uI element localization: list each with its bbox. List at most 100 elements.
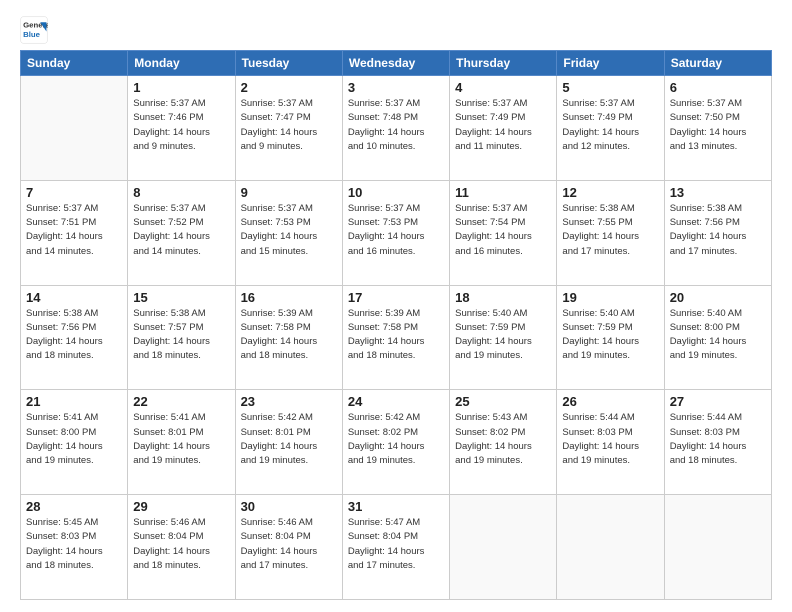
- day-number: 9: [241, 185, 337, 200]
- page: General Blue SundayMondayTuesdayWednesda…: [0, 0, 792, 612]
- calendar-cell: [450, 495, 557, 600]
- calendar-cell: 21 Sunrise: 5:41 AMSunset: 8:00 PMDayligh…: [21, 390, 128, 495]
- logo-icon: General Blue: [20, 16, 48, 44]
- day-info: Sunrise: 5:42 AMSunset: 8:01 PMDaylight:…: [241, 411, 337, 468]
- day-number: 25: [455, 394, 551, 409]
- day-number: 31: [348, 499, 444, 514]
- calendar-header-saturday: Saturday: [664, 51, 771, 76]
- day-info: Sunrise: 5:45 AMSunset: 8:03 PMDaylight:…: [26, 516, 122, 573]
- logo: General Blue: [20, 16, 50, 44]
- calendar-cell: 26 Sunrise: 5:44 AMSunset: 8:03 PMDayligh…: [557, 390, 664, 495]
- calendar-cell: 6 Sunrise: 5:37 AMSunset: 7:50 PMDaylight…: [664, 76, 771, 181]
- day-number: 20: [670, 290, 766, 305]
- day-info: Sunrise: 5:46 AMSunset: 8:04 PMDaylight:…: [133, 516, 229, 573]
- calendar-cell: 20 Sunrise: 5:40 AMSunset: 8:00 PMDayligh…: [664, 285, 771, 390]
- day-number: 21: [26, 394, 122, 409]
- day-number: 19: [562, 290, 658, 305]
- calendar-cell: 11Sunrise: 5:37 AMSunset: 7:54 PMDayligh…: [450, 180, 557, 285]
- day-info: Sunrise: 5:41 AMSunset: 8:00 PMDaylight:…: [26, 411, 122, 468]
- calendar-cell: 5Sunrise: 5:37 AMSunset: 7:49 PMDaylight…: [557, 76, 664, 181]
- calendar-cell: [664, 495, 771, 600]
- calendar-cell: 23 Sunrise: 5:42 AMSunset: 8:01 PMDayligh…: [235, 390, 342, 495]
- day-info: Sunrise: 5:38 AMSunset: 7:55 PMDaylight:…: [562, 202, 658, 259]
- day-number: 8: [133, 185, 229, 200]
- calendar-cell: 28 Sunrise: 5:45 AMSunset: 8:03 PMDayligh…: [21, 495, 128, 600]
- calendar-cell: 22 Sunrise: 5:41 AMSunset: 8:01 PMDayligh…: [128, 390, 235, 495]
- day-number: 24: [348, 394, 444, 409]
- day-info: Sunrise: 5:39 AMSunset: 7:58 PMDaylight:…: [241, 307, 337, 364]
- day-info: Sunrise: 5:37 AMSunset: 7:53 PMDaylight:…: [348, 202, 444, 259]
- calendar-cell: 12 Sunrise: 5:38 AMSunset: 7:55 PMDayligh…: [557, 180, 664, 285]
- day-info: Sunrise: 5:40 AMSunset: 7:59 PMDaylight:…: [562, 307, 658, 364]
- calendar-week-row: 14Sunrise: 5:38 AMSunset: 7:56 PMDayligh…: [21, 285, 772, 390]
- calendar-header-wednesday: Wednesday: [342, 51, 449, 76]
- svg-text:Blue: Blue: [23, 30, 41, 39]
- day-info: Sunrise: 5:40 AMSunset: 7:59 PMDaylight:…: [455, 307, 551, 364]
- day-info: Sunrise: 5:37 AMSunset: 7:52 PMDaylight:…: [133, 202, 229, 259]
- day-number: 27: [670, 394, 766, 409]
- day-number: 28: [26, 499, 122, 514]
- day-info: Sunrise: 5:40 AMSunset: 8:00 PMDaylight:…: [670, 307, 766, 364]
- calendar-cell: 4Sunrise: 5:37 AMSunset: 7:49 PMDaylight…: [450, 76, 557, 181]
- calendar-cell: 17Sunrise: 5:39 AMSunset: 7:58 PMDayligh…: [342, 285, 449, 390]
- day-number: 22: [133, 394, 229, 409]
- calendar-cell: 16 Sunrise: 5:39 AMSunset: 7:58 PMDayligh…: [235, 285, 342, 390]
- day-number: 15: [133, 290, 229, 305]
- calendar-header-monday: Monday: [128, 51, 235, 76]
- calendar-cell: 2 Sunrise: 5:37 AMSunset: 7:47 PMDaylight…: [235, 76, 342, 181]
- day-info: Sunrise: 5:37 AMSunset: 7:48 PMDaylight:…: [348, 97, 444, 154]
- calendar-header-tuesday: Tuesday: [235, 51, 342, 76]
- calendar-cell: 24 Sunrise: 5:42 AMSunset: 8:02 PMDayligh…: [342, 390, 449, 495]
- day-info: Sunrise: 5:37 AMSunset: 7:46 PMDaylight:…: [133, 97, 229, 154]
- day-number: 7: [26, 185, 122, 200]
- day-info: Sunrise: 5:37 AMSunset: 7:47 PMDaylight:…: [241, 97, 337, 154]
- calendar-week-row: 7 Sunrise: 5:37 AMSunset: 7:51 PMDaylight…: [21, 180, 772, 285]
- calendar-header-friday: Friday: [557, 51, 664, 76]
- day-info: Sunrise: 5:47 AMSunset: 8:04 PMDaylight:…: [348, 516, 444, 573]
- day-info: Sunrise: 5:37 AMSunset: 7:49 PMDaylight:…: [455, 97, 551, 154]
- calendar-cell: [21, 76, 128, 181]
- day-info: Sunrise: 5:42 AMSunset: 8:02 PMDaylight:…: [348, 411, 444, 468]
- day-number: 2: [241, 80, 337, 95]
- calendar-cell: 15Sunrise: 5:38 AMSunset: 7:57 PMDayligh…: [128, 285, 235, 390]
- day-info: Sunrise: 5:41 AMSunset: 8:01 PMDaylight:…: [133, 411, 229, 468]
- calendar-cell: 8 Sunrise: 5:37 AMSunset: 7:52 PMDaylight…: [128, 180, 235, 285]
- day-number: 30: [241, 499, 337, 514]
- day-info: Sunrise: 5:37 AMSunset: 7:51 PMDaylight:…: [26, 202, 122, 259]
- calendar-cell: 30Sunrise: 5:46 AMSunset: 8:04 PMDayligh…: [235, 495, 342, 600]
- calendar-cell: 3Sunrise: 5:37 AMSunset: 7:48 PMDaylight…: [342, 76, 449, 181]
- day-number: 23: [241, 394, 337, 409]
- calendar-week-row: 28 Sunrise: 5:45 AMSunset: 8:03 PMDayligh…: [21, 495, 772, 600]
- day-info: Sunrise: 5:39 AMSunset: 7:58 PMDaylight:…: [348, 307, 444, 364]
- day-number: 14: [26, 290, 122, 305]
- calendar-cell: 25Sunrise: 5:43 AMSunset: 8:02 PMDayligh…: [450, 390, 557, 495]
- calendar-cell: 31 Sunrise: 5:47 AMSunset: 8:04 PMDayligh…: [342, 495, 449, 600]
- calendar-cell: 10 Sunrise: 5:37 AMSunset: 7:53 PMDayligh…: [342, 180, 449, 285]
- day-number: 29: [133, 499, 229, 514]
- day-info: Sunrise: 5:44 AMSunset: 8:03 PMDaylight:…: [562, 411, 658, 468]
- calendar-cell: 27Sunrise: 5:44 AMSunset: 8:03 PMDayligh…: [664, 390, 771, 495]
- calendar-cell: 13 Sunrise: 5:38 AMSunset: 7:56 PMDayligh…: [664, 180, 771, 285]
- day-number: 16: [241, 290, 337, 305]
- calendar-header-sunday: Sunday: [21, 51, 128, 76]
- day-info: Sunrise: 5:37 AMSunset: 7:54 PMDaylight:…: [455, 202, 551, 259]
- day-number: 12: [562, 185, 658, 200]
- calendar-header-thursday: Thursday: [450, 51, 557, 76]
- calendar-cell: 29 Sunrise: 5:46 AMSunset: 8:04 PMDayligh…: [128, 495, 235, 600]
- calendar-cell: 7 Sunrise: 5:37 AMSunset: 7:51 PMDaylight…: [21, 180, 128, 285]
- day-number: 1: [133, 80, 229, 95]
- calendar-cell: 19 Sunrise: 5:40 AMSunset: 7:59 PMDayligh…: [557, 285, 664, 390]
- day-number: 18: [455, 290, 551, 305]
- day-info: Sunrise: 5:37 AMSunset: 7:53 PMDaylight:…: [241, 202, 337, 259]
- calendar-week-row: 1 Sunrise: 5:37 AMSunset: 7:46 PMDaylight…: [21, 76, 772, 181]
- day-info: Sunrise: 5:38 AMSunset: 7:56 PMDaylight:…: [670, 202, 766, 259]
- day-number: 26: [562, 394, 658, 409]
- day-number: 5: [562, 80, 658, 95]
- calendar-cell: 1 Sunrise: 5:37 AMSunset: 7:46 PMDaylight…: [128, 76, 235, 181]
- day-info: Sunrise: 5:37 AMSunset: 7:50 PMDaylight:…: [670, 97, 766, 154]
- day-number: 13: [670, 185, 766, 200]
- day-number: 6: [670, 80, 766, 95]
- calendar-cell: 9 Sunrise: 5:37 AMSunset: 7:53 PMDaylight…: [235, 180, 342, 285]
- calendar-cell: [557, 495, 664, 600]
- day-number: 10: [348, 185, 444, 200]
